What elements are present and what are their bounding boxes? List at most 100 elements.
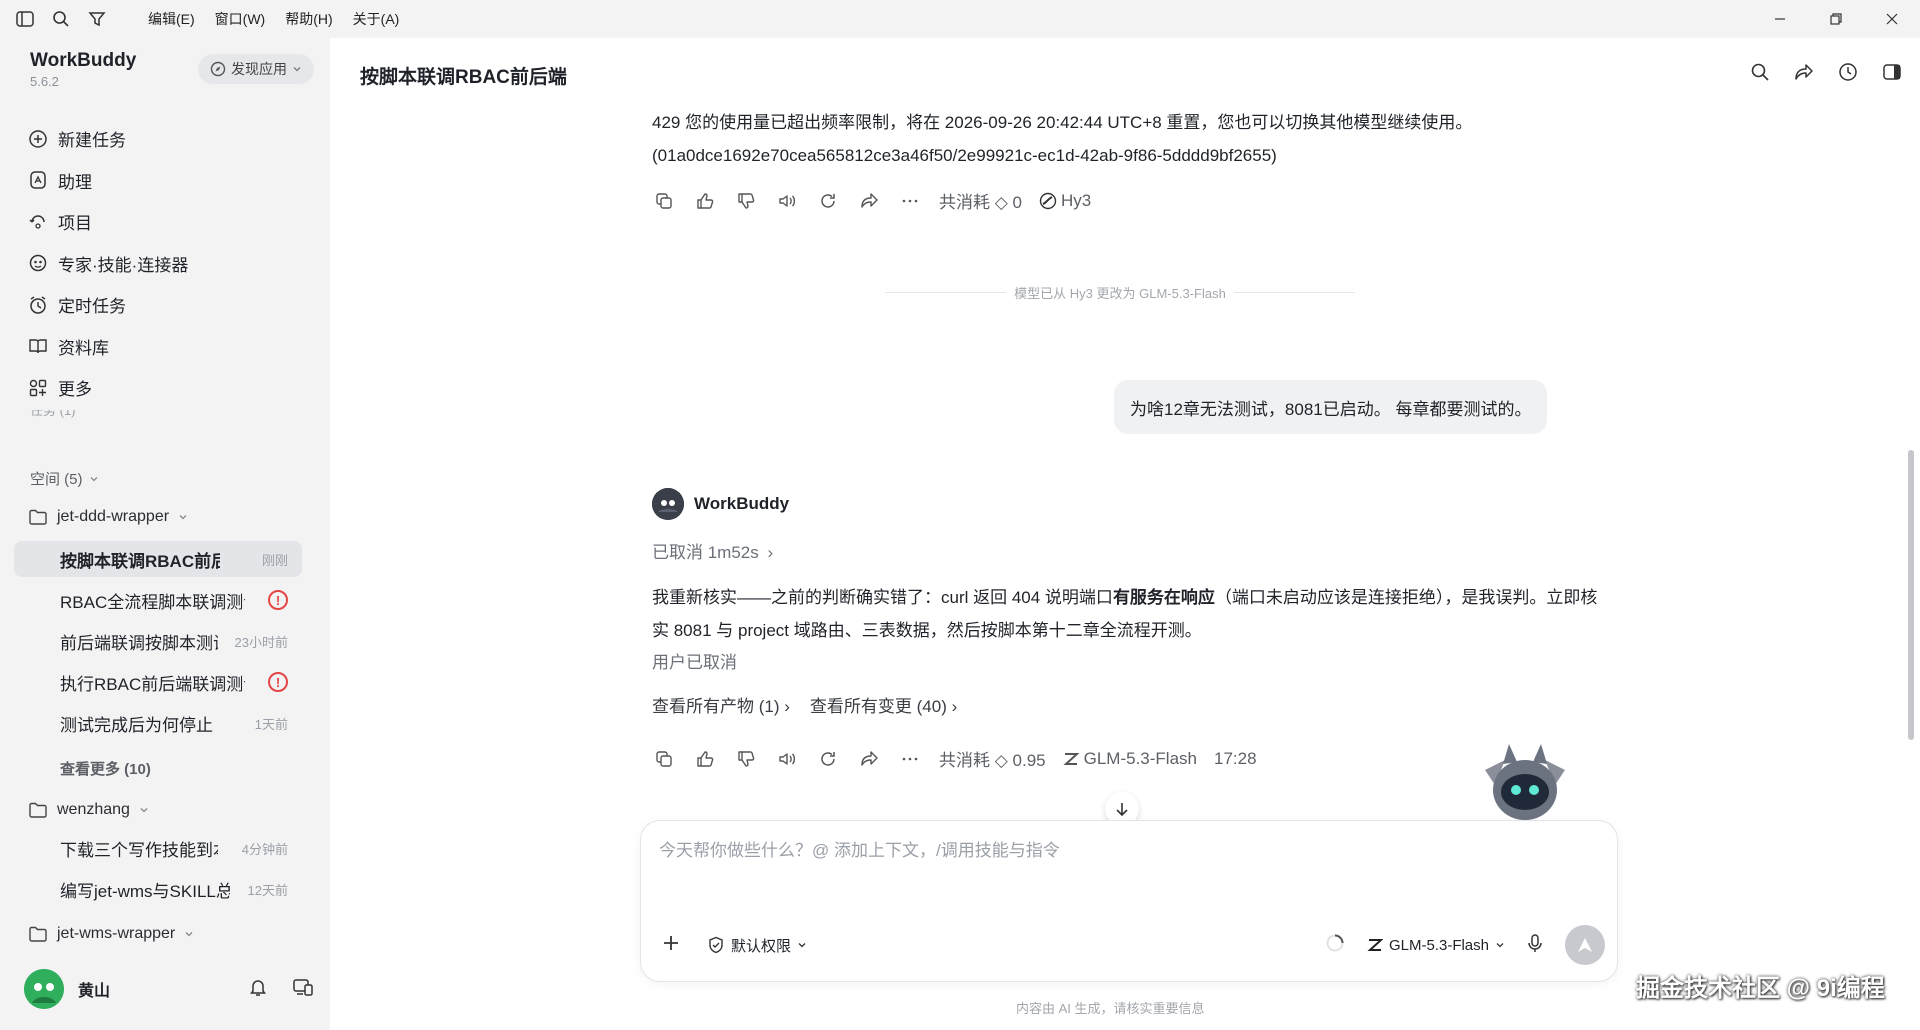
- share-icon[interactable]: [857, 189, 881, 213]
- avatar[interactable]: [24, 969, 64, 1009]
- discover-apps-button[interactable]: 发现应用: [198, 54, 314, 84]
- workspace-jet-wms-wrapper[interactable]: jet-wms-wrapper: [28, 925, 194, 943]
- sidebar-toggle-icon[interactable]: [14, 8, 36, 30]
- plus-circle-icon: [29, 130, 47, 148]
- menu-edit[interactable]: 编辑(E): [148, 9, 195, 29]
- book-icon: [29, 339, 47, 354]
- ai-disclaimer: 内容由 AI 生成，请核实重要信息: [1016, 1001, 1205, 1016]
- app-version: 5.6.2: [30, 74, 59, 89]
- minimize-icon[interactable]: [1752, 0, 1808, 38]
- bell-icon[interactable]: [248, 977, 268, 1002]
- hy-model-icon: [1039, 192, 1057, 209]
- task-label: 编写jet-wms与SKILL总结: [60, 881, 230, 901]
- sidebar: WorkBuddy 5.6.2 发现应用 新建任务 助理 项目 专家·技能·连接…: [0, 38, 330, 1030]
- link-label: 查看所有变更 (40): [809, 697, 947, 716]
- user-name: 黄山: [78, 983, 111, 1000]
- task-item[interactable]: RBAC全流程脚本联调测试 !: [14, 582, 302, 618]
- task-item[interactable]: 执行RBAC前后端联调测试 !: [14, 664, 302, 700]
- view-more-link[interactable]: 查看更多 (10): [60, 758, 151, 779]
- spaces-section-label[interactable]: 空间 (5): [30, 468, 99, 489]
- task-label: 下载三个写作技能到本地: [60, 840, 218, 860]
- filter-icon[interactable]: [86, 8, 108, 30]
- speaker-icon[interactable]: [775, 747, 799, 771]
- thumbs-down-icon[interactable]: [734, 747, 758, 771]
- menu-help[interactable]: 帮助(H): [285, 9, 332, 29]
- nav-label: 专家·技能·连接器: [58, 255, 189, 275]
- share-icon[interactable]: [1794, 62, 1814, 87]
- nav-new-task[interactable]: 新建任务: [28, 118, 308, 160]
- close-icon[interactable]: [1864, 0, 1920, 38]
- chat-main: 按脚本联调RBAC前后端 429 您的使用量已超出频率限制，将在 2026-09…: [330, 38, 1920, 1030]
- model-name: Hy3: [1060, 190, 1092, 210]
- assistant-icon: [30, 171, 46, 189]
- task-item[interactable]: 编写jet-wms与SKILL总结 12天前: [14, 871, 302, 907]
- page-title: 按脚本联调RBAC前后端: [360, 67, 567, 88]
- menu-bar: 编辑(E) 窗口(W) 帮助(H) 关于(A): [148, 9, 399, 29]
- panel-toggle-icon[interactable]: [1882, 62, 1902, 87]
- thinking-status[interactable]: 已取消 1m52s ›: [652, 538, 773, 563]
- nav-assistant[interactable]: 助理: [28, 160, 308, 202]
- scrollbar[interactable]: [1908, 150, 1916, 850]
- view-changes-link[interactable]: 查看所有变更 (40) ›: [810, 692, 957, 717]
- task-item[interactable]: 按脚本联调RBAC前后端 刚刚: [14, 541, 302, 577]
- title-bar: 编辑(E) 窗口(W) 帮助(H) 关于(A): [0, 0, 1920, 38]
- thumbs-up-icon[interactable]: [693, 747, 717, 771]
- chevron-down-icon: [293, 67, 301, 72]
- search-icon[interactable]: [50, 8, 72, 30]
- menu-window[interactable]: 窗口(W): [215, 9, 266, 29]
- scroll-thumb[interactable]: [1908, 450, 1914, 740]
- nav-more[interactable]: 更多: [28, 367, 308, 409]
- thumbs-up-icon[interactable]: [693, 189, 717, 213]
- copy-icon[interactable]: [652, 747, 676, 771]
- nav-library[interactable]: 资料库: [28, 326, 308, 368]
- user-profile-row: 黄山: [24, 966, 314, 1012]
- workspace-wenzhang[interactable]: wenzhang: [28, 801, 149, 819]
- error-message: 429 您的使用量已超出频率限制，将在 2026-09-26 20:42:44 …: [652, 113, 1473, 165]
- thumbs-down-icon[interactable]: [734, 189, 758, 213]
- task-item[interactable]: 下载三个写作技能到本地 4分钟前: [14, 830, 302, 866]
- more-icon[interactable]: [898, 747, 922, 771]
- workspace-jet-ddd-wrapper[interactable]: jet-ddd-wrapper: [28, 508, 188, 526]
- regenerate-icon[interactable]: [816, 189, 840, 213]
- devices-icon[interactable]: [292, 977, 314, 1002]
- nav-projects[interactable]: 项目: [28, 201, 308, 243]
- glm-model-icon: [1063, 752, 1079, 765]
- view-artifacts-link[interactable]: 查看所有产物 (1) ›: [652, 692, 790, 717]
- menu-about[interactable]: 关于(A): [353, 9, 400, 29]
- task-item[interactable]: 前后端联调按脚本测试 23小时前: [14, 623, 302, 659]
- copy-icon[interactable]: [652, 189, 676, 213]
- model-selector[interactable]: GLM-5.3-Flash: [1367, 937, 1505, 954]
- nav-experts[interactable]: 专家·技能·连接器: [28, 243, 308, 285]
- history-icon[interactable]: [1838, 62, 1858, 87]
- permission-selector[interactable]: 默认权限: [707, 935, 807, 956]
- nav-label: 定时任务: [58, 297, 126, 317]
- message-composer: 默认权限 GLM-5.3-Flash: [640, 820, 1618, 982]
- add-attachment-button[interactable]: [661, 933, 681, 958]
- send-arrow-icon: [1578, 938, 1592, 952]
- more-icon[interactable]: [898, 189, 922, 213]
- folder-icon: [29, 509, 47, 525]
- chevron-down-icon: [140, 808, 148, 813]
- share-icon[interactable]: [857, 747, 881, 771]
- workspace-name: jet-wms-wrapper: [57, 925, 176, 942]
- task-item[interactable]: 测试完成后为何停止 1天前: [14, 705, 302, 741]
- tasks-section-label[interactable]: 任务 (1): [30, 410, 76, 420]
- task-label: 按脚本联调RBAC前后端: [60, 551, 220, 571]
- arrow-down-icon: [1116, 803, 1128, 817]
- speaker-icon[interactable]: [775, 189, 799, 213]
- chevron-right-icon: ›: [784, 697, 790, 716]
- task-time: 1天前: [254, 716, 288, 732]
- nav-scheduled-tasks[interactable]: 定时任务: [28, 284, 308, 326]
- restore-icon[interactable]: [1808, 0, 1864, 38]
- grid-icon: [29, 379, 47, 396]
- model-change-note: 模型已从 Hy3 更改为 GLM-5.3-Flash: [1014, 286, 1226, 301]
- send-button[interactable]: [1565, 925, 1605, 965]
- alert-icon: !: [268, 590, 288, 610]
- regenerate-icon[interactable]: [816, 747, 840, 771]
- task-time: 4分钟前: [241, 841, 288, 857]
- message-input[interactable]: [659, 839, 1559, 863]
- microphone-icon[interactable]: [1527, 933, 1543, 958]
- search-icon[interactable]: [1750, 62, 1770, 87]
- nav-label: 项目: [58, 214, 92, 234]
- loading-spinner-icon: [1325, 933, 1345, 958]
